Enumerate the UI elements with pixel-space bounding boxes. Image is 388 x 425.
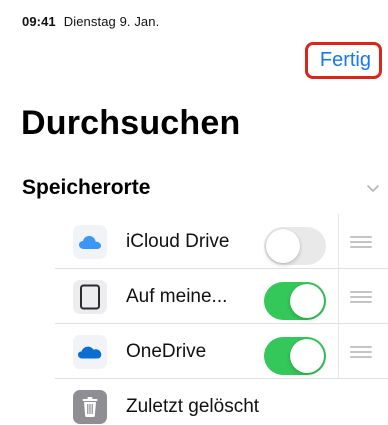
status-date: Dienstag 9. Jan. (63, 14, 160, 29)
toggle-knob (266, 229, 300, 263)
locations-list: iCloud Drive Auf meine... OneDrive Zulet… (0, 214, 388, 425)
location-row-onedrive[interactable]: OneDrive (0, 324, 388, 379)
page-title: Durchsuchen (21, 104, 241, 142)
location-label: Auf meine... (126, 285, 228, 307)
reorder-handle-icon[interactable] (350, 291, 372, 303)
toggle-knob (290, 339, 324, 373)
section-title: Speicherorte (22, 176, 151, 199)
location-row-on-my-ipad[interactable]: Auf meine... (0, 269, 388, 324)
section-header-locations[interactable]: Speicherorte (22, 173, 380, 203)
location-row-icloud[interactable]: iCloud Drive (0, 214, 388, 269)
trash-icon (73, 390, 107, 424)
onedrive-icon (73, 335, 107, 369)
done-button[interactable]: Fertig (320, 49, 371, 72)
toggle-knob (290, 284, 324, 318)
location-label: OneDrive (126, 340, 207, 362)
divider (338, 214, 339, 269)
divider (338, 324, 339, 379)
location-toggle-icloud[interactable] (264, 227, 326, 265)
reorder-handle-icon[interactable] (350, 346, 372, 358)
done-button-highlight: Fertig (304, 42, 382, 79)
location-toggle-onedrive[interactable] (264, 337, 326, 375)
icloud-icon (73, 225, 107, 259)
location-label: iCloud Drive (126, 230, 230, 252)
status-bar: 09:41 Dienstag 9. Jan. (22, 14, 159, 29)
divider (338, 269, 339, 324)
ipad-icon (73, 280, 107, 314)
reorder-handle-icon[interactable] (350, 236, 372, 248)
chevron-down-icon[interactable] (366, 181, 380, 195)
location-toggle-on-my-ipad[interactable] (264, 282, 326, 320)
location-row-recently-deleted[interactable]: Zuletzt gelöscht (0, 379, 388, 425)
status-time: 09:41 (22, 14, 56, 29)
location-label: Zuletzt gelöscht (126, 395, 260, 417)
